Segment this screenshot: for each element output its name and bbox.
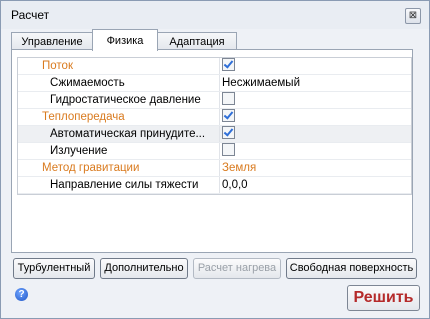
property-name: Направление силы тяжести	[50, 179, 199, 191]
heat-calc-button[interactable]: Расчет нагрева	[193, 258, 281, 279]
property-row-gravity-direction[interactable]: Направление силы тяжести 0,0,0	[18, 177, 411, 194]
dialog-window: Расчет ⊠ Управление Физика Адаптация Пот…	[0, 0, 430, 319]
property-name: Поток	[42, 60, 73, 72]
property-row-compressibility[interactable]: Сжимаемость Несжимаемый	[18, 75, 411, 92]
free-surface-button[interactable]: Свободная поверхность	[286, 258, 417, 279]
property-value[interactable]: Несжимаемый	[219, 75, 411, 91]
property-name: Сжимаемость	[50, 77, 125, 89]
checkbox-checked[interactable]	[222, 126, 235, 140]
property-row-hydrostatic[interactable]: Гидростатическое давление	[18, 92, 411, 109]
checkbox-checked[interactable]	[222, 109, 235, 123]
property-row-flow[interactable]: Поток	[18, 58, 411, 75]
checkbox-unchecked[interactable]	[222, 143, 235, 157]
advanced-button[interactable]: Дополнительно	[100, 258, 188, 279]
window-title: Расчет	[11, 8, 50, 22]
property-name: Метод гравитации	[42, 162, 140, 174]
checkbox-checked[interactable]	[222, 58, 235, 72]
property-name: Теплопередача	[42, 111, 125, 123]
turbulent-button[interactable]: Турбулентный	[13, 258, 95, 279]
property-value[interactable]: 0,0,0	[219, 177, 411, 193]
solve-button[interactable]: Решить	[347, 285, 420, 311]
property-row-auto-forced[interactable]: Автоматическая принудите...	[18, 126, 411, 143]
property-name: Излучение	[50, 145, 108, 157]
property-name: Автоматическая принудите...	[50, 128, 206, 140]
property-grid: Поток Сжимаемость Несжимаемый Гидростати…	[17, 57, 412, 195]
title-bar: Расчет ⊠	[1, 1, 429, 29]
property-row-heat-transfer[interactable]: Теплопередача	[18, 109, 411, 126]
property-value[interactable]: Земля	[219, 160, 411, 176]
property-name: Гидростатическое давление	[50, 94, 201, 106]
tab-physics[interactable]: Физика	[92, 29, 158, 51]
property-row-radiation[interactable]: Излучение	[18, 143, 411, 160]
checkbox-unchecked[interactable]	[222, 92, 235, 106]
close-icon[interactable]: ⊠	[405, 8, 421, 24]
property-row-gravity-method[interactable]: Метод гравитации Земля	[18, 160, 411, 177]
help-icon[interactable]: ?	[15, 288, 28, 301]
